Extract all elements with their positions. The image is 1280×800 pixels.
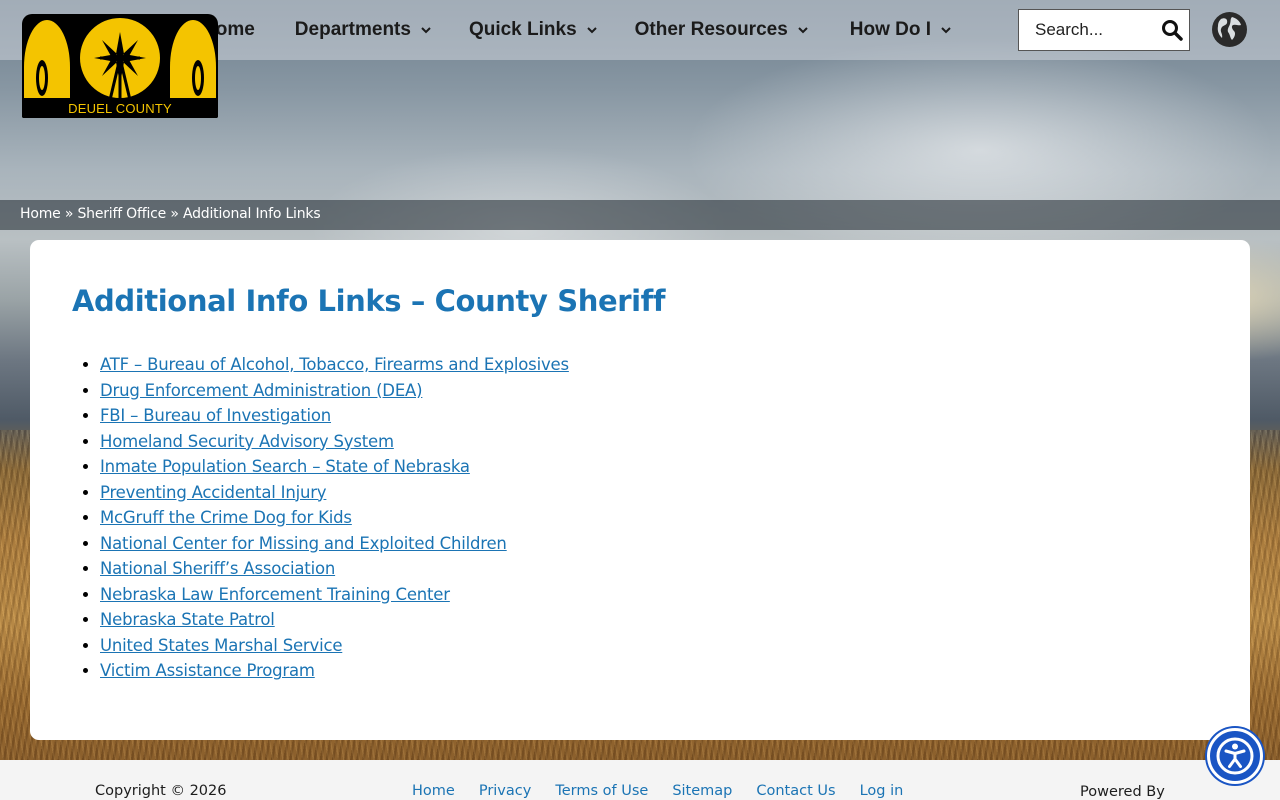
site-footer: Copyright © 2026 Home Privacy Terms of U… [0,760,1280,800]
list-item: Nebraska Law Enforcement Training Center [100,582,569,608]
nav-item-label: Departments [294,19,411,40]
footer-link-login[interactable]: Log in [860,783,904,799]
info-link[interactable]: United States Marshal Service [100,636,342,655]
info-link[interactable]: McGruff the Crime Dog for Kids [100,508,352,527]
chevron-down-icon [798,27,808,34]
breadcrumb-bar: Home » Sheriff Office » Additional Info … [0,200,1280,230]
info-link-list: ATF – Bureau of Alcohol, Tobacco, Firear… [100,352,569,684]
info-link[interactable]: ATF – Bureau of Alcohol, Tobacco, Firear… [100,355,569,374]
nav-item-how-do-i[interactable]: How Do I [850,18,951,42]
search-icon[interactable] [1161,19,1183,41]
search-box [1018,9,1190,51]
info-link[interactable]: Preventing Accidental Injury [100,483,327,502]
breadcrumb-link-home[interactable]: Home [20,206,61,222]
list-item: Nebraska State Patrol [100,607,569,633]
nav-item-label: How Do I [849,19,932,40]
globe-icon[interactable] [1211,11,1248,48]
list-item: National Sheriff’s Association [100,556,569,582]
list-item: Preventing Accidental Injury [100,480,569,506]
copyright-text: Copyright © 2026 [95,783,227,799]
breadcrumb: Home » Sheriff Office » Additional Info … [20,206,321,222]
county-logo[interactable]: DEUEL COUNTY [22,14,218,118]
list-item: ATF – Bureau of Alcohol, Tobacco, Firear… [100,352,569,378]
breadcrumb-separator: » [170,206,179,222]
list-item: Drug Enforcement Administration (DEA) [100,378,569,404]
breadcrumb-separator: » [64,206,74,222]
powered-by-text: Powered By [1080,784,1165,800]
nav-item-other-resources[interactable]: Other Resources [635,18,808,42]
list-item: Victim Assistance Program [100,658,569,684]
chevron-down-icon [421,27,431,34]
nav-item-quick-links[interactable]: Quick Links [469,18,597,42]
nav-item-label: Other Resources [634,19,788,40]
list-item: National Center for Missing and Exploite… [100,531,569,557]
info-link[interactable]: Homeland Security Advisory System [100,432,394,451]
chevron-down-icon [941,27,951,34]
main-nav: Home Departments Quick Links Other Resou… [202,18,951,42]
info-link[interactable]: Inmate Population Search – State of Nebr… [100,457,470,476]
info-link[interactable]: National Center for Missing and Exploite… [100,534,507,553]
list-item: Homeland Security Advisory System [100,429,569,455]
nav-item-departments[interactable]: Departments [295,18,431,42]
chevron-down-icon [586,27,597,34]
footer-link-privacy[interactable]: Privacy [479,783,532,799]
footer-link-sitemap[interactable]: Sitemap [672,783,732,799]
page-title: Additional Info Links – County Sheriff [72,284,666,318]
info-link[interactable]: Nebraska State Patrol [100,610,275,629]
accessibility-icon [1216,737,1254,775]
info-link[interactable]: National Sheriff’s Association [100,559,335,578]
info-link[interactable]: Drug Enforcement Administration (DEA) [100,381,423,400]
footer-links: Home Privacy Terms of Use Sitemap Contac… [412,783,903,799]
breadcrumb-link-sheriff-office[interactable]: Sheriff Office [77,206,166,222]
list-item: Inmate Population Search – State of Nebr… [100,454,569,480]
info-link[interactable]: FBI – Bureau of Investigation [100,406,331,425]
nav-item-label: Quick Links [468,19,577,40]
list-item: McGruff the Crime Dog for Kids [100,505,569,531]
footer-link-home[interactable]: Home [412,783,455,799]
content-card: Additional Info Links – County Sheriff A… [30,240,1250,740]
info-link[interactable]: Nebraska Law Enforcement Training Center [100,585,450,604]
list-item: United States Marshal Service [100,633,569,659]
info-link[interactable]: Victim Assistance Program [100,661,315,680]
footer-link-contact[interactable]: Contact Us [756,783,835,799]
accessibility-button[interactable] [1207,728,1263,784]
footer-link-terms[interactable]: Terms of Use [555,783,648,799]
list-item: FBI – Bureau of Investigation [100,403,569,429]
logo-text: DEUEL COUNTY [68,101,172,116]
breadcrumb-current: Additional Info Links [182,206,321,222]
search-input[interactable] [1019,10,1157,50]
